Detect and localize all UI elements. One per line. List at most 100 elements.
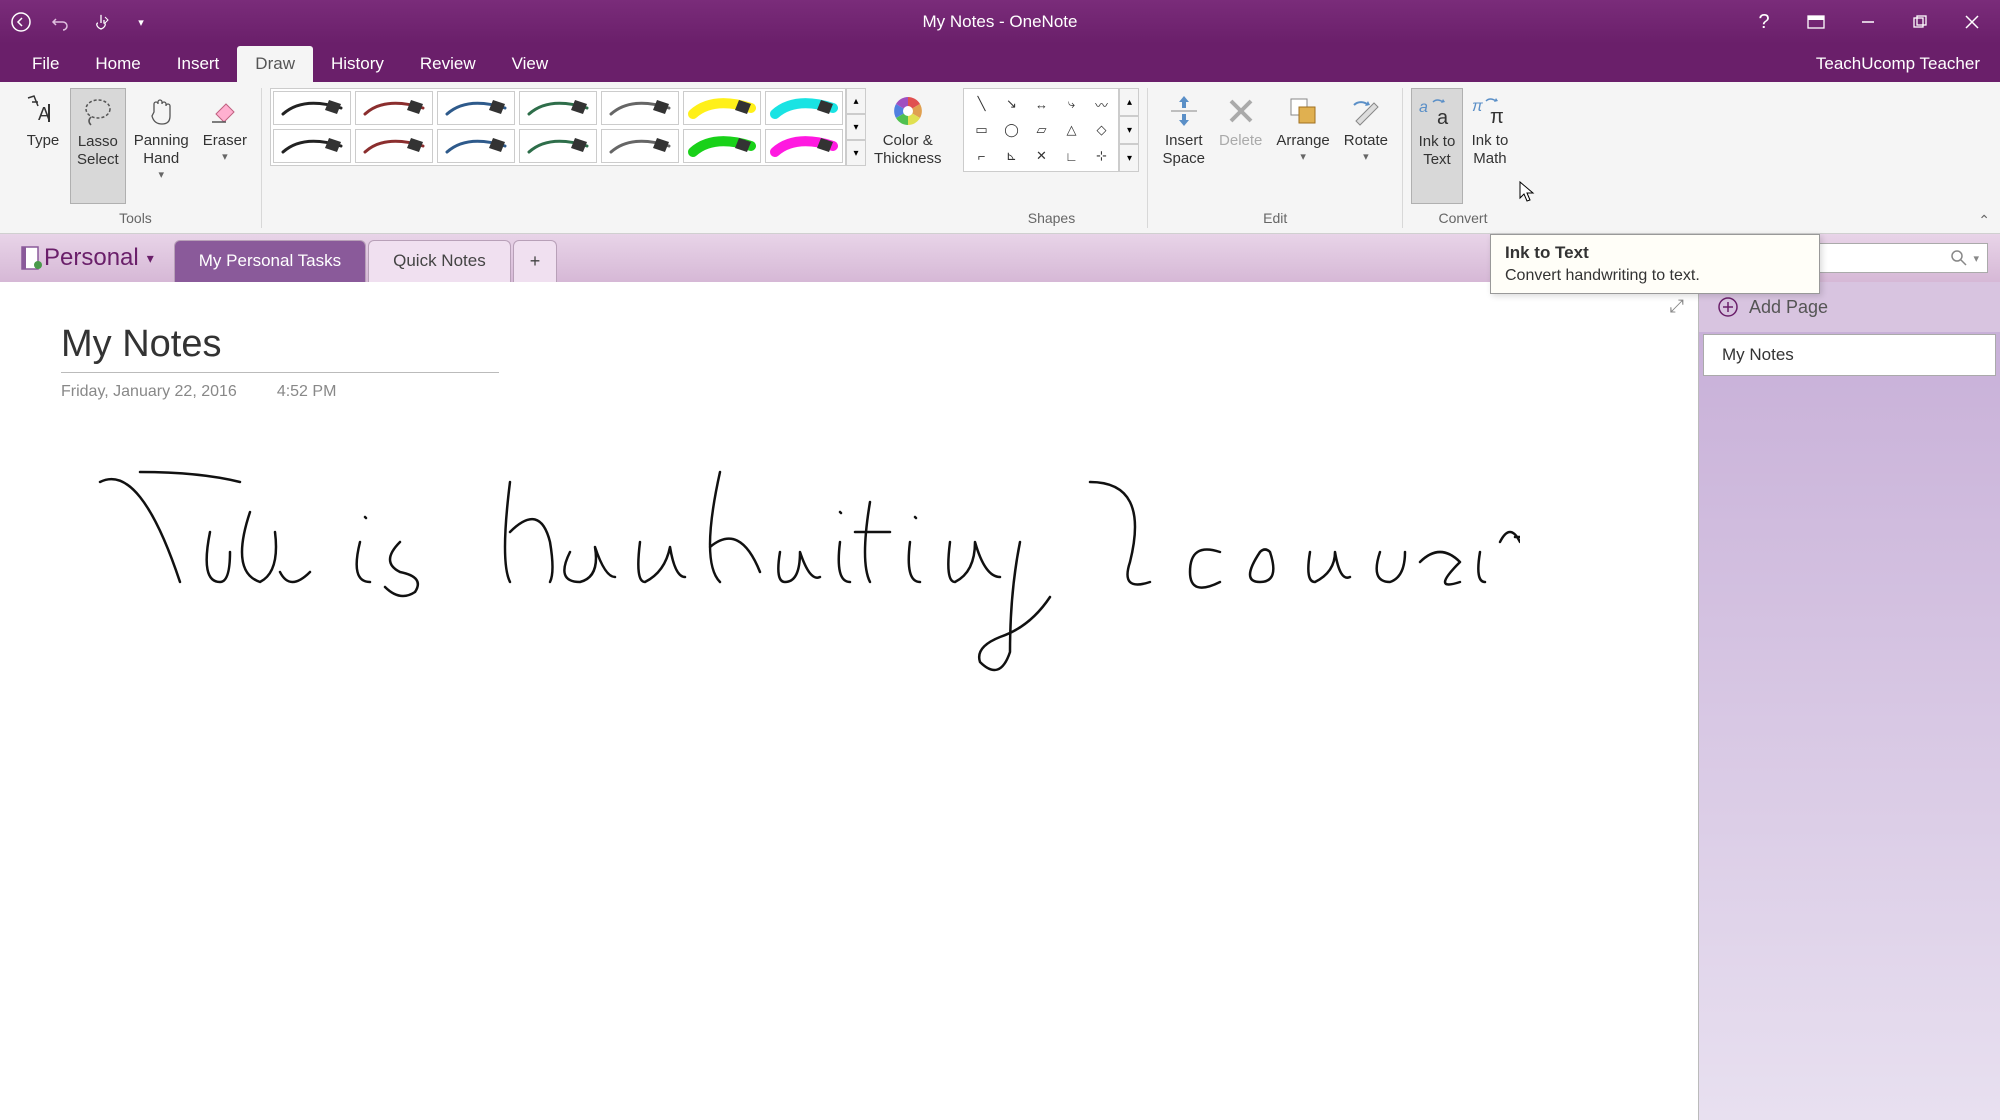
delete-icon (1222, 92, 1260, 130)
svg-text:π: π (1490, 106, 1504, 127)
insert-space-button[interactable]: Insert Space (1156, 88, 1211, 204)
close-button[interactable] (1958, 8, 1986, 36)
shape-axis-3d[interactable]: ⊾ (997, 144, 1025, 168)
ribbon-group-tools: A Type Lasso Select Panning Hand ▾ (10, 88, 262, 228)
shape-graph-xy[interactable]: ⊹ (1087, 144, 1115, 168)
color-thickness-button[interactable]: Color & Thickness (868, 88, 948, 204)
ribbon-group-convert: aa Ink to Text ππ Ink to Math Convert (1403, 88, 1523, 228)
svg-text:a: a (1419, 99, 1428, 116)
shapes-gallery: ╲ ↘ ↔ ⤷ 〰 ▭ ◯ ▱ △ ◇ ⌐ ⊾ ✕ ∟ ⊹ (963, 88, 1119, 172)
shape-line[interactable]: ╲ (967, 92, 995, 116)
shapes-scroll-down[interactable]: ▾ (1119, 116, 1139, 144)
tab-draw[interactable]: Draw (237, 46, 313, 82)
back-button[interactable] (8, 9, 34, 35)
ink-to-text-icon: aa (1418, 93, 1456, 131)
collapse-ribbon-button[interactable]: ⌃ (1978, 212, 1990, 229)
notebook-selector[interactable]: Personal ▾ (44, 244, 154, 272)
handwriting-ink[interactable] (80, 442, 1520, 702)
shapes-more[interactable]: ▾ (1119, 144, 1139, 172)
page-list-item[interactable]: My Notes (1703, 334, 1996, 376)
shape-arrow[interactable]: ↘ (997, 92, 1025, 116)
tooltip-desc: Convert handwriting to text. (1505, 267, 1805, 285)
lasso-icon (79, 93, 117, 131)
page-title[interactable]: My Notes (61, 323, 499, 366)
ribbon-display-icon (1807, 15, 1825, 29)
pen-swatch[interactable] (601, 91, 679, 125)
search-icon (1951, 250, 1967, 266)
pen-scroll-up[interactable]: ▴ (846, 88, 866, 114)
shape-parallelogram[interactable]: ▱ (1027, 118, 1055, 142)
ribbon-group-edit: Insert Space Delete Arrange ▾ Rotate (1148, 88, 1402, 228)
pen-swatch[interactable] (765, 91, 843, 125)
tab-insert[interactable]: Insert (159, 46, 238, 82)
window-title: My Notes - OneNote (923, 12, 1078, 32)
ribbon-display-button[interactable] (1802, 8, 1830, 36)
arrange-icon (1284, 92, 1322, 130)
shape-axis-2d[interactable]: ⌐ (967, 144, 995, 168)
section-tab-quick-notes[interactable]: Quick Notes (368, 240, 511, 282)
pen-swatch[interactable] (765, 129, 843, 163)
pen-swatch[interactable] (519, 129, 597, 163)
shape-graph-y[interactable]: ∟ (1057, 144, 1085, 168)
shape-rhombus[interactable]: ◇ (1087, 118, 1115, 142)
pen-swatch[interactable] (437, 91, 515, 125)
ink-to-math-icon: ππ (1471, 92, 1509, 130)
touch-mode-button[interactable] (88, 9, 114, 35)
pen-swatch[interactable] (273, 91, 351, 125)
pen-scroll-down[interactable]: ▾ (846, 114, 866, 140)
pen-swatch[interactable] (355, 91, 433, 125)
pen-swatch[interactable] (273, 129, 351, 163)
pen-swatch[interactable] (519, 91, 597, 125)
pen-swatch[interactable] (601, 129, 679, 163)
tab-history[interactable]: History (313, 46, 402, 82)
pen-swatch[interactable] (683, 129, 761, 163)
pen-gallery (270, 88, 846, 166)
rotate-button[interactable]: Rotate ▾ (1338, 88, 1394, 204)
undo-button[interactable] (48, 9, 74, 35)
type-button[interactable]: A Type (18, 88, 68, 204)
shape-ellipse[interactable]: ◯ (997, 118, 1025, 142)
page-title-block[interactable]: My Notes Friday, January 22, 2016 4:52 P… (60, 322, 500, 408)
rotate-icon (1347, 92, 1385, 130)
panning-hand-button[interactable]: Panning Hand ▾ (128, 88, 195, 204)
expand-icon[interactable]: ⤢ (1670, 296, 1684, 317)
tab-review[interactable]: Review (402, 46, 494, 82)
shape-curve[interactable]: 〰 (1087, 92, 1115, 116)
tab-file[interactable]: File (14, 46, 77, 82)
note-canvas[interactable]: ⤢ My Notes Friday, January 22, 2016 4:52… (0, 282, 1698, 1120)
undo-icon (51, 12, 71, 32)
eraser-button[interactable]: Eraser ▾ (197, 88, 253, 204)
tab-view[interactable]: View (494, 46, 567, 82)
maximize-button[interactable] (1906, 8, 1934, 36)
arrange-button[interactable]: Arrange ▾ (1270, 88, 1335, 204)
pen-swatch[interactable] (683, 91, 761, 125)
add-section-button[interactable]: + (513, 240, 558, 282)
ink-to-math-button[interactable]: ππ Ink to Math (1465, 88, 1515, 204)
touch-icon (91, 12, 111, 32)
shape-triangle[interactable]: △ (1057, 118, 1085, 142)
ribbon: A Type Lasso Select Panning Hand ▾ (0, 82, 2000, 234)
qat-customize[interactable]: ▾ (128, 9, 154, 35)
shape-rect[interactable]: ▭ (967, 118, 995, 142)
minimize-button[interactable] (1854, 8, 1882, 36)
page-list-panel: Add Page My Notes (1698, 282, 2000, 1120)
shape-graph-x[interactable]: ✕ (1027, 144, 1055, 168)
ink-to-text-button[interactable]: aa Ink to Text (1411, 88, 1463, 204)
shape-connector[interactable]: ⤷ (1057, 92, 1085, 116)
pen-swatch[interactable] (355, 129, 433, 163)
help-button[interactable]: ? (1750, 8, 1778, 36)
shape-double-arrow[interactable]: ↔ (1027, 92, 1055, 116)
main-area: ⤢ My Notes Friday, January 22, 2016 4:52… (0, 282, 2000, 1120)
section-tab-tasks[interactable]: My Personal Tasks (174, 240, 366, 282)
tab-home[interactable]: Home (77, 46, 158, 82)
ribbon-group-pens: ▴ ▾ ▾ Color & Thickness (262, 88, 956, 228)
page-date: Friday, January 22, 2016 (61, 383, 237, 401)
shapes-scroll-up[interactable]: ▴ (1119, 88, 1139, 116)
delete-button[interactable]: Delete (1213, 88, 1268, 204)
svg-text:π: π (1472, 98, 1483, 115)
user-name[interactable]: TeachUcomp Teacher (1816, 54, 2000, 82)
color-wheel-icon (889, 92, 927, 130)
pen-swatch[interactable] (437, 129, 515, 163)
lasso-select-button[interactable]: Lasso Select (70, 88, 126, 204)
pen-more[interactable]: ▾ (846, 140, 866, 166)
